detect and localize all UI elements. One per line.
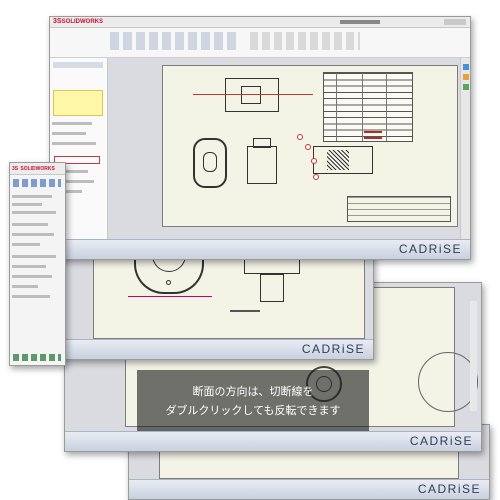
bolt-hole bbox=[166, 280, 171, 285]
balloon-2 bbox=[305, 144, 311, 150]
tree-item[interactable] bbox=[12, 203, 42, 206]
table-column bbox=[386, 73, 387, 141]
option-row[interactable] bbox=[52, 132, 86, 135]
solidworks-logo-icon: 3S bbox=[53, 18, 62, 25]
solidworks-logo: 3S SOLIDWORKS bbox=[12, 166, 55, 172]
brand-footer: CADRiSE bbox=[63, 339, 373, 359]
brand-footer: CADRiSE bbox=[129, 479, 489, 499]
message-box bbox=[53, 90, 103, 116]
tree-item[interactable] bbox=[12, 195, 52, 198]
ribbon-tools[interactable] bbox=[110, 32, 240, 50]
cutting-line bbox=[193, 94, 313, 95]
file-explorer-icon[interactable] bbox=[463, 84, 469, 90]
side-view-base bbox=[260, 274, 284, 302]
file-title bbox=[340, 20, 380, 24]
balloon-3 bbox=[311, 158, 317, 164]
section-hatch bbox=[327, 150, 349, 170]
cadrise-watermark: CADRiSE bbox=[301, 342, 365, 356]
cadrise-watermark: CADRiSE bbox=[417, 482, 481, 496]
panel-header: 3S SOLIDWORKS bbox=[10, 163, 65, 175]
view-label bbox=[230, 310, 260, 312]
cutting-line bbox=[128, 296, 212, 297]
tree-item[interactable] bbox=[12, 233, 54, 236]
bottom-tabs[interactable] bbox=[13, 354, 61, 361]
highlighted-cell bbox=[364, 137, 382, 139]
command-manager bbox=[50, 28, 470, 58]
tree-item[interactable] bbox=[12, 275, 52, 278]
cadrise-watermark: CADRiSE bbox=[398, 242, 462, 256]
caption-line-2: ダブルクリックしても反転できます bbox=[165, 403, 341, 417]
caption-line-1: 断面の方向は、切断線を bbox=[192, 384, 314, 398]
tree-item[interactable] bbox=[12, 223, 48, 226]
ribbon-tools-2[interactable] bbox=[250, 32, 360, 50]
option-row[interactable] bbox=[52, 142, 96, 145]
highlighted-cell bbox=[364, 131, 382, 133]
table-column bbox=[336, 73, 337, 141]
table-column bbox=[362, 73, 363, 141]
title-block bbox=[347, 196, 451, 222]
right-view-top bbox=[253, 138, 271, 148]
screenshot-step-1: 3S SOLIDWORKS CADRiSE bbox=[49, 16, 471, 260]
tree-item[interactable] bbox=[12, 295, 50, 298]
property-tabs[interactable] bbox=[13, 179, 61, 187]
balloon-1 bbox=[297, 134, 303, 140]
tree-item[interactable] bbox=[12, 211, 56, 214]
tree-item[interactable] bbox=[12, 265, 46, 268]
feature-manager-panel: 3S SOLIDWORKS bbox=[9, 162, 66, 366]
brand-footer: CADRiSE bbox=[50, 239, 470, 259]
cadrise-watermark: CADRiSE bbox=[409, 434, 473, 448]
task-pane-strip bbox=[470, 301, 477, 411]
design-library-icon[interactable] bbox=[463, 74, 469, 80]
tree-item[interactable] bbox=[12, 243, 40, 246]
solidworks-logo: 3S SOLIDWORKS bbox=[53, 18, 104, 25]
title-bar: 3S SOLIDWORKS bbox=[50, 17, 470, 28]
front-view-bore bbox=[203, 152, 217, 172]
window-controls[interactable] bbox=[444, 19, 466, 25]
brand-footer: CADRiSE bbox=[65, 431, 481, 451]
caption-overlay: 断面の方向は、切断線を ダブルクリックしても反転できます bbox=[137, 370, 369, 431]
task-pane bbox=[460, 58, 470, 241]
task-pane-icon[interactable] bbox=[463, 64, 469, 70]
tree-item[interactable] bbox=[12, 255, 56, 258]
bill-of-materials bbox=[323, 72, 413, 142]
drawing-sheet bbox=[162, 65, 458, 227]
partial-circle-view bbox=[418, 352, 478, 412]
balloon-4 bbox=[313, 174, 319, 180]
option-row[interactable] bbox=[52, 122, 92, 125]
property-tabs[interactable] bbox=[53, 62, 103, 68]
right-view bbox=[247, 146, 277, 184]
tutorial-collage: CADRiSE CADRiSE CADRiSE 3S SOLIDWORKS CA… bbox=[0, 0, 500, 500]
top-view-core bbox=[241, 86, 261, 104]
tree-item[interactable] bbox=[12, 285, 38, 288]
